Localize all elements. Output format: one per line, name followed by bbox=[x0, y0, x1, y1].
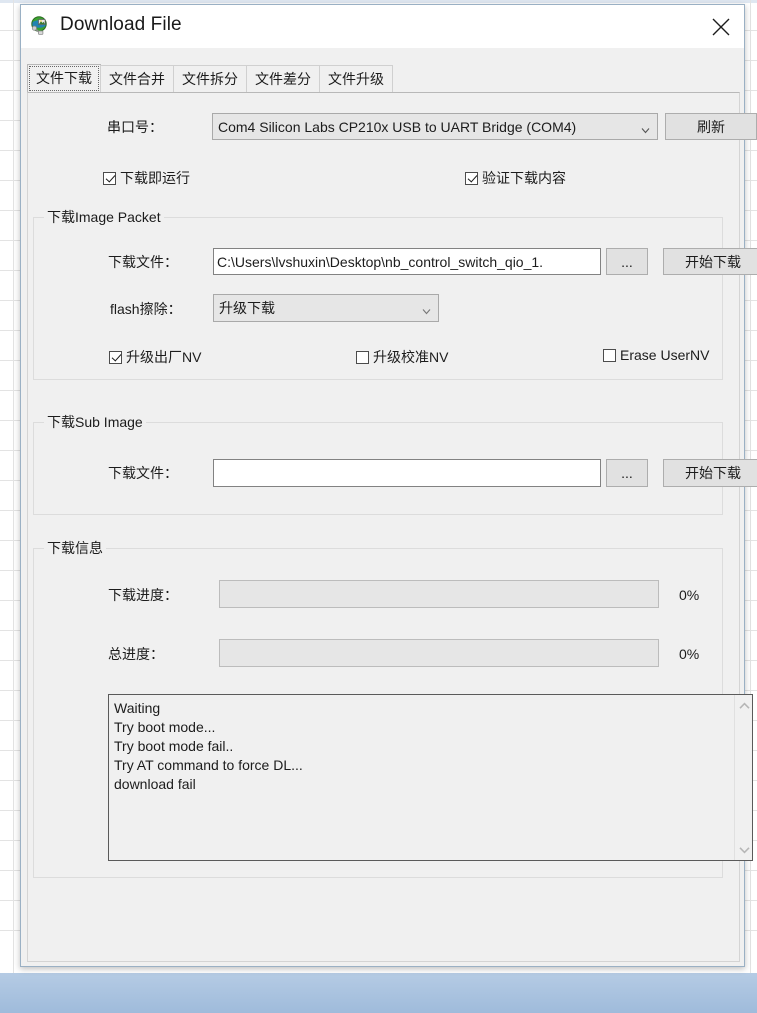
checkbox-upgrade-factory-nv[interactable]: 升级出厂NV bbox=[109, 347, 201, 367]
scroll-up-icon[interactable] bbox=[735, 697, 752, 714]
download-progress-label: 下载进度： bbox=[108, 587, 178, 603]
close-icon[interactable] bbox=[698, 5, 744, 49]
tab-file-upgrade[interactable]: 文件升级 bbox=[319, 65, 393, 93]
sub-image-group-title: 下载Sub Image bbox=[44, 413, 146, 431]
tab-file-merge[interactable]: 文件合并 bbox=[100, 65, 174, 93]
chevron-down-icon bbox=[422, 303, 431, 315]
checkbox-label: 升级出厂NV bbox=[126, 349, 202, 365]
serial-port-value: Com4 Silicon Labs CP210x USB to UART Bri… bbox=[218, 118, 577, 135]
checkbox-box bbox=[603, 348, 616, 362]
checkbox-label: Erase UserNV bbox=[620, 347, 710, 363]
download-progress-bar bbox=[219, 580, 659, 608]
checkbox-box bbox=[103, 171, 116, 185]
image-packet-start-download-button[interactable]: 开始下载 bbox=[663, 248, 757, 275]
total-progress-label: 总进度： bbox=[108, 646, 164, 662]
background-top-band bbox=[0, 0, 757, 3]
refresh-button[interactable]: 刷新 bbox=[665, 113, 757, 140]
background-grid-line bbox=[13, 0, 14, 1013]
sub-image-group: 下载Sub Image 下载文件： ... 开始下载 bbox=[33, 413, 757, 515]
checkbox-upgrade-calibration-nv[interactable]: 升级校准NV bbox=[356, 347, 448, 367]
checkbox-box bbox=[109, 350, 122, 364]
serial-port-label: 串口号： bbox=[107, 119, 163, 135]
chevron-down-icon bbox=[641, 122, 650, 133]
flash-erase-label: flash擦除： bbox=[110, 301, 182, 317]
download-file-window: Download File 文件下载 文件合并 文件拆分 文件差分 文件升级 串… bbox=[20, 4, 757, 967]
globe-network-icon bbox=[30, 16, 51, 37]
download-info-group-title: 下载信息 bbox=[44, 539, 106, 557]
checkbox-box bbox=[465, 171, 478, 185]
serial-port-combobox[interactable]: Com4 Silicon Labs CP210x USB to UART Bri… bbox=[212, 113, 658, 140]
file-download-panel: 串口号： Com4 Silicon Labs CP210x USB to UAR… bbox=[27, 92, 757, 962]
window-title: Download File bbox=[60, 14, 182, 35]
scroll-down-icon[interactable] bbox=[735, 841, 752, 858]
checkbox-label: 下载即运行 bbox=[120, 170, 190, 186]
checkbox-run-after-download[interactable]: 下载即运行 bbox=[103, 168, 190, 188]
tab-file-split[interactable]: 文件拆分 bbox=[173, 65, 247, 93]
image-packet-group-title: 下载Image Packet bbox=[44, 208, 164, 226]
tab-file-diff[interactable]: 文件差分 bbox=[246, 65, 320, 93]
flash-erase-value: 升级下载 bbox=[219, 300, 275, 316]
sub-image-start-download-button[interactable]: 开始下载 bbox=[663, 459, 757, 487]
image-packet-browse-button[interactable]: ... bbox=[606, 248, 648, 275]
download-progress-percent: 0% bbox=[679, 587, 700, 603]
checkbox-erase-usernv[interactable]: Erase UserNV bbox=[603, 347, 709, 363]
image-packet-file-label: 下载文件： bbox=[108, 254, 178, 270]
total-progress-bar bbox=[219, 639, 659, 667]
log-output-text: Waiting Try boot mode... Try boot mode f… bbox=[114, 700, 303, 792]
flash-erase-combobox[interactable]: 升级下载 bbox=[213, 294, 439, 322]
image-packet-file-input[interactable]: C:\Users\lvshuxin\Desktop\nb_control_swi… bbox=[213, 248, 601, 275]
title-bar: Download File bbox=[21, 5, 744, 49]
log-output-box[interactable]: Waiting Try boot mode... Try boot mode f… bbox=[108, 694, 753, 861]
log-scrollbar[interactable] bbox=[734, 695, 752, 860]
sub-image-file-label: 下载文件： bbox=[108, 465, 178, 481]
tab-file-download[interactable]: 文件下载 bbox=[27, 64, 101, 93]
checkbox-box bbox=[356, 350, 369, 364]
image-packet-group: 下载Image Packet 下载文件： C:\Users\lvshuxin\D… bbox=[33, 208, 757, 380]
image-packet-file-value: C:\Users\lvshuxin\Desktop\nb_control_swi… bbox=[217, 253, 544, 270]
sub-image-browse-button[interactable]: ... bbox=[606, 459, 648, 487]
checkbox-label: 验证下载内容 bbox=[482, 170, 566, 186]
sub-image-file-input[interactable] bbox=[213, 459, 601, 487]
total-progress-percent: 0% bbox=[679, 646, 700, 662]
download-info-group: 下载信息 下载进度： 0% 总进度： 0% Waiting Try boot m… bbox=[33, 539, 753, 878]
checkbox-label: 升级校准NV bbox=[373, 349, 449, 365]
checkbox-verify-content[interactable]: 验证下载内容 bbox=[465, 168, 566, 188]
taskbar bbox=[0, 973, 757, 1013]
tab-strip: 文件下载 文件合并 文件拆分 文件差分 文件升级 bbox=[21, 49, 744, 93]
background-grid-line bbox=[750, 0, 751, 1013]
